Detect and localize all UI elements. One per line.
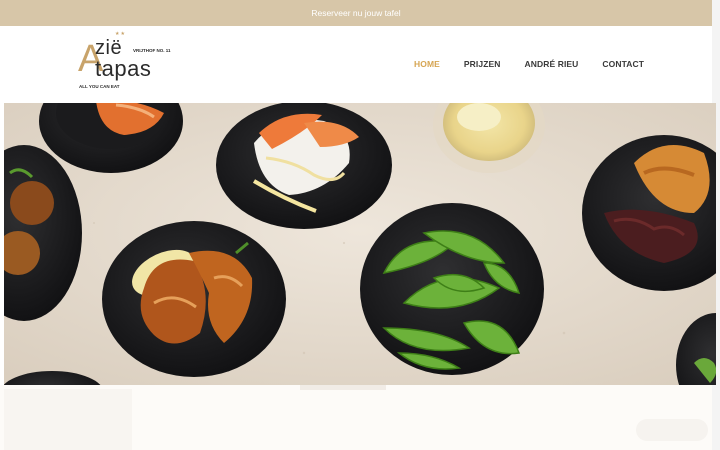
floating-button[interactable] — [636, 419, 708, 441]
tapas-dishes-illustration — [4, 103, 716, 385]
content-panel — [4, 389, 132, 450]
site-header: A ★★ zië VRIJTHOF NO. 11 tapas ALL YOU C… — [0, 26, 712, 103]
nav-item-andre-rieu[interactable]: ANDRÉ RIEU — [525, 59, 579, 69]
nav-item-prijzen[interactable]: PRIJZEN — [464, 59, 501, 69]
site-logo[interactable]: A ★★ zië VRIJTHOF NO. 11 tapas ALL YOU C… — [78, 31, 174, 94]
logo-line2: tapas — [95, 56, 152, 81]
logo-line1: zië — [95, 37, 123, 59]
content-strip — [300, 385, 386, 390]
nav-item-home[interactable]: HOME — [414, 59, 440, 69]
main-nav: HOME PRIJZEN ANDRÉ RIEU CONTACT — [414, 59, 668, 69]
reserve-link[interactable]: Reserveer nu jouw tafel — [311, 8, 400, 18]
logo-address: VRIJTHOF NO. 11 — [133, 48, 171, 53]
logo-tagline: ALL YOU CAN EAT — [79, 84, 120, 89]
nav-item-contact[interactable]: CONTACT — [602, 59, 644, 69]
reservation-bar: Reserveer nu jouw tafel — [0, 0, 712, 26]
hero-image — [4, 103, 716, 385]
below-hero-section — [0, 385, 712, 450]
